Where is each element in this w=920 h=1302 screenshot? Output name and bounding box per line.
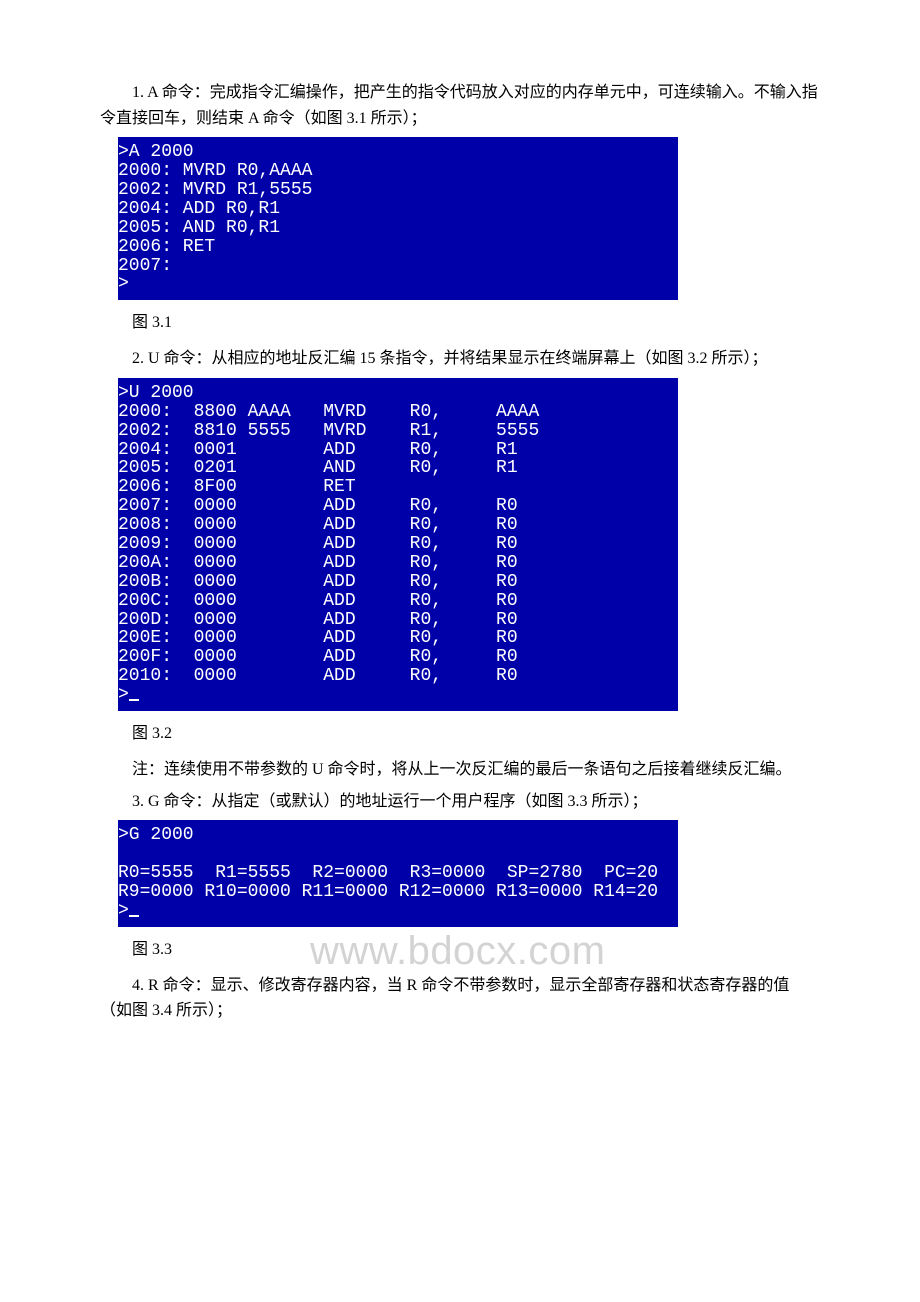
paragraph-u-note: 注：连续使用不带参数的 U 命令时，将从上一次反汇编的最后一条语句之后接着继续反… <box>100 757 820 783</box>
figure-caption-3-1: 图 3.1 <box>100 308 820 332</box>
paragraph-g-command: 3. G 命令：从指定（或默认）的地址运行一个用户程序（如图 3.3 所示）； <box>100 789 820 815</box>
figure-caption-3-3: 图 3.3 <box>100 935 820 959</box>
terminal-output-g: >G 2000 R0=5555 R1=5555 R2=0000 R3=0000 … <box>118 820 678 926</box>
paragraph-a-command: 1. A 命令：完成指令汇编操作，把产生的指令代码放入对应的内存单元中，可连续输… <box>100 80 820 131</box>
paragraph-u-command: 2. U 命令：从相应的地址反汇编 15 条指令，并将结果显示在终端屏幕上（如图… <box>100 346 820 372</box>
terminal-output-u: >U 2000 2000: 8800 AAAA MVRD R0, AAAA 20… <box>118 378 678 711</box>
figure-caption-3-2: 图 3.2 <box>100 719 820 743</box>
terminal-output-a: >A 2000 2000: MVRD R0,AAAA 2002: MVRD R1… <box>118 137 678 300</box>
paragraph-r-command: 4. R 命令：显示、修改寄存器内容，当 R 命令不带参数时，显示全部寄存器和状… <box>100 973 820 1024</box>
